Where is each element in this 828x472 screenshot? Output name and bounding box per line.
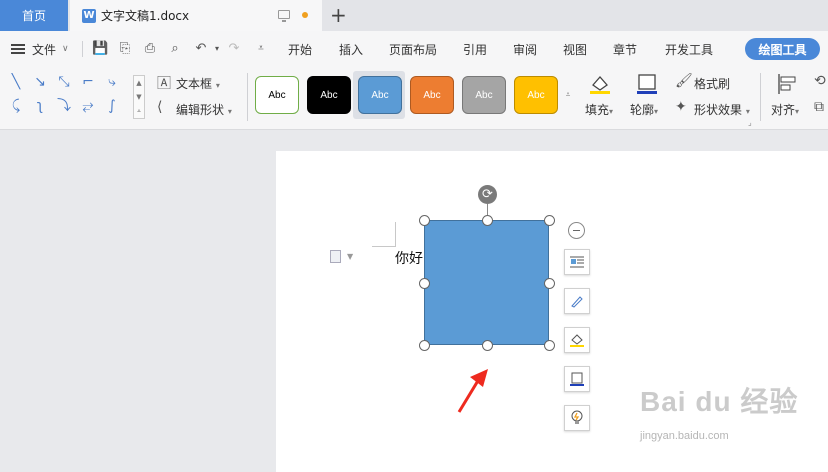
elbow-connector-icon[interactable]: ⌐ [81,75,95,89]
document-body-text[interactable]: 你好 [395,248,423,268]
selected-rectangle-shape[interactable] [424,220,549,345]
baidu-watermark: Bai du 经验 jingyan.baidu.com [640,380,799,442]
resize-handle-top-right[interactable] [544,215,555,226]
shape-fill-icon[interactable] [564,327,590,353]
menu-item-view[interactable]: 视图 [563,31,587,67]
rotate-icon[interactable]: ⟲ [814,73,826,89]
hamburger-menu-icon[interactable] [11,44,25,54]
file-menu[interactable]: 文件 ∨ [32,31,69,67]
group-icon[interactable]: ⧉ [814,99,824,115]
format-painter-button[interactable]: 格式刷 [694,75,730,92]
redo-icon[interactable]: ↷ [226,41,242,57]
shape-style-preset-1[interactable]: Abc [255,76,299,114]
resize-handle-top-left[interactable] [419,215,430,226]
undo-icon[interactable]: ↶ [193,41,209,57]
print-icon[interactable]: ⎙ [142,41,158,57]
rotate-handle-icon[interactable]: ⟳ [478,185,497,204]
drawing-tools-tab[interactable]: 绘图工具 [745,38,820,60]
unsaved-dot-icon [302,12,308,18]
chevron-down-icon: ∨ [62,44,69,54]
shape-style-preset-5[interactable]: Abc [462,76,506,114]
dialog-launcher-icon[interactable]: ⌟ [748,118,752,127]
align-button[interactable]: 对齐▾ [771,101,799,118]
menu-item-page-layout[interactable]: 页面布局 [389,31,437,67]
menu-item-start[interactable]: 开始 [288,31,312,67]
paragraph-layout-icon[interactable] [330,250,341,263]
curved-connector-icon[interactable]: ʅ [33,99,47,113]
divider [760,73,761,121]
scroll-down-icon[interactable]: ▼ [134,90,144,104]
layout-options-icon[interactable] [564,249,590,275]
margin-mark [395,222,396,247]
menu-item-review[interactable]: 审阅 [513,31,537,67]
watermark-url: jingyan.baidu.com [640,430,729,442]
divider [247,73,248,121]
curved-arrow-connector-icon[interactable]: ⤵ [57,99,71,113]
resize-handle-right[interactable] [544,278,555,289]
textbox-icon: 🄰 [157,76,171,92]
menu-item-insert[interactable]: 插入 [339,31,363,67]
scroll-up-icon[interactable]: ▲ [134,76,144,90]
export-icon[interactable]: ⎘ [117,41,133,57]
shape-effects-icon: ✦ [675,99,687,115]
tab-home[interactable]: 首页 [0,0,68,31]
shape-style-preset-4[interactable]: Abc [410,76,454,114]
tab-bar: 首页 W 文字文稿1.docx + [0,0,828,31]
arrow-line-icon[interactable]: ↘ [33,75,47,89]
undo-dropdown-icon[interactable]: ▾ [209,41,225,57]
menu-item-section[interactable]: 章节 [613,31,637,67]
shape-style-brush-icon[interactable] [564,288,590,314]
more-icon[interactable]: ⩡ [134,104,144,118]
outline-button[interactable]: 轮廓▾ [630,101,658,118]
shape-effects-button[interactable]: 形状效果 ▾ [694,101,750,118]
format-painter-icon: 🖌 [675,73,693,89]
margin-mark [372,246,396,247]
elbow-arrow-connector-icon[interactable]: ⤷ [105,75,119,89]
tab-document[interactable]: W 文字文稿1.docx [70,0,322,31]
freeform-curve-icon[interactable]: ∫ [105,99,119,113]
shape-style-preset-6[interactable]: Abc [514,76,558,114]
print-preview-icon[interactable]: ⌕ [167,41,183,57]
document-tab-title: 文字文稿1.docx [101,9,190,23]
align-icon[interactable] [776,73,800,95]
resize-handle-bottom-right[interactable] [544,340,555,351]
watermark-brand: Bai du 经验 [640,386,799,417]
resize-handle-top[interactable] [482,215,493,226]
menu-item-developer[interactable]: 开发工具 [665,31,713,67]
shape-style-preset-3[interactable]: Abc [358,76,402,114]
textbox-button[interactable]: 文本框 ▾ [176,75,220,92]
shape-style-preset-2[interactable]: Abc [307,76,351,114]
wps-writer-icon: W [82,8,96,23]
menu-item-references[interactable]: 引用 [463,31,487,67]
line-icon[interactable]: ╲ [9,75,23,89]
fill-bucket-icon[interactable] [588,73,612,95]
fill-button[interactable]: 填充▾ [585,101,613,118]
ribbon-drawing-tools: ╲ ↘ ⤡ ⌐ ⤷ ⤹ ʅ ⤵ ⥂ ∫ ▲ ▼ ⩡ 🄰 文本框 ▾ ⟨ 编辑形状… [0,67,828,130]
shape-gallery-scroll[interactable]: ▲ ▼ ⩡ [133,75,145,119]
divider [82,41,83,57]
double-arrow-line-icon[interactable]: ⤡ [57,75,71,89]
style-gallery-more-icon[interactable]: ⩡ [562,75,574,115]
resize-handle-left[interactable] [419,278,430,289]
outline-icon[interactable] [635,73,659,95]
curved-double-arrow-icon[interactable]: ⥂ [81,99,95,113]
edit-shape-icon: ⟨ [157,99,163,115]
chevron-down-icon[interactable]: ▼ [347,252,353,261]
collapse-toolbar-icon[interactable] [568,222,585,239]
monitor-icon[interactable] [278,10,290,22]
annotation-arrow-icon [450,365,492,420]
document-page[interactable] [276,151,828,472]
new-tab-plus-icon[interactable]: + [330,3,347,27]
customize-toolbar-icon[interactable]: ⩡ [253,41,269,57]
edit-shape-button[interactable]: 编辑形状 ▾ [176,101,232,118]
resize-handle-bottom-left[interactable] [419,340,430,351]
save-icon[interactable]: 💾 [92,41,108,57]
shape-outline-icon[interactable] [564,366,590,392]
menu-bar: 文件 ∨ 💾 ⎘ ⎙ ⌕ ↶ ▾ ↷ ⩡ 开始 插入 页面布局 引用 审阅 视图 … [0,31,828,67]
smart-lightbulb-icon[interactable] [564,405,590,431]
elbow-double-arrow-icon[interactable]: ⤹ [9,99,23,113]
resize-handle-bottom[interactable] [482,340,493,351]
